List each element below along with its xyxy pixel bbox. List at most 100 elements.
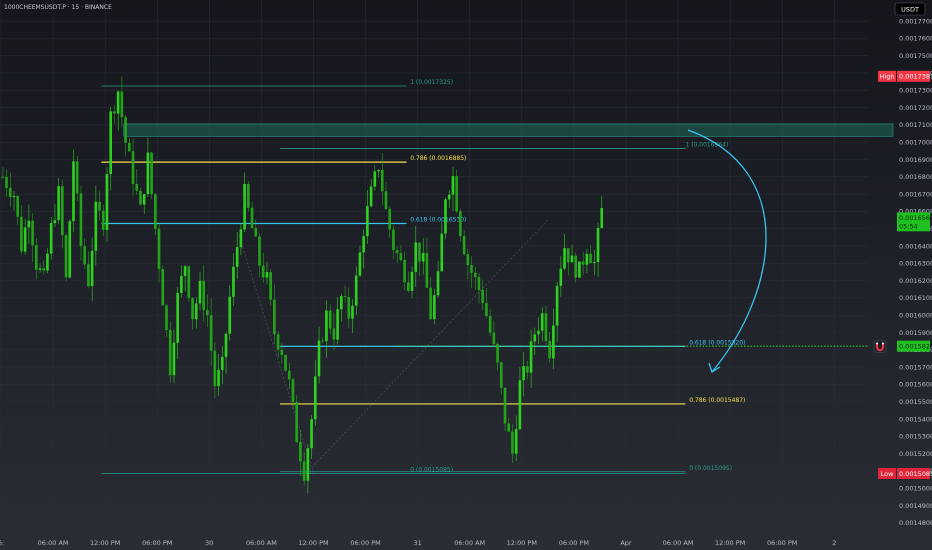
candle-body[interactable] bbox=[150, 152, 153, 195]
candle-body[interactable] bbox=[328, 310, 332, 329]
candle-body[interactable] bbox=[116, 91, 120, 114]
candle-body[interactable] bbox=[440, 233, 444, 272]
candle-body[interactable] bbox=[563, 248, 566, 269]
candle-body[interactable] bbox=[392, 229, 395, 250]
candle-body[interactable] bbox=[57, 186, 60, 221]
candle-body[interactable] bbox=[343, 296, 347, 297]
candle-body[interactable] bbox=[589, 253, 592, 264]
candle-body[interactable] bbox=[592, 261, 596, 264]
candle-body[interactable] bbox=[496, 343, 499, 363]
candle-body[interactable] bbox=[600, 207, 604, 229]
candle-body[interactable] bbox=[533, 334, 537, 342]
candle-body[interactable] bbox=[64, 235, 68, 278]
candle-body[interactable] bbox=[276, 334, 280, 350]
candle-body[interactable] bbox=[31, 220, 34, 246]
candle-body[interactable] bbox=[247, 183, 250, 208]
candle-body[interactable] bbox=[187, 266, 191, 298]
candle-body[interactable] bbox=[559, 268, 563, 286]
candle-body[interactable] bbox=[511, 431, 514, 454]
candle-body[interactable] bbox=[87, 264, 90, 287]
candle-body[interactable] bbox=[38, 268, 42, 270]
candle-body[interactable] bbox=[485, 302, 488, 317]
candle-body[interactable] bbox=[12, 195, 16, 198]
candle-body[interactable] bbox=[380, 170, 384, 192]
candle-body[interactable] bbox=[1, 176, 5, 178]
candle-body[interactable] bbox=[481, 289, 484, 303]
candle-body[interactable] bbox=[552, 325, 555, 359]
candle-body[interactable] bbox=[291, 379, 295, 403]
candle-body[interactable] bbox=[473, 272, 477, 278]
candle-body[interactable] bbox=[336, 309, 339, 340]
candle-body[interactable] bbox=[232, 266, 235, 297]
candle-body[interactable] bbox=[403, 259, 406, 283]
candle-body[interactable] bbox=[433, 295, 436, 320]
candle-body[interactable] bbox=[165, 305, 168, 330]
candle-body[interactable] bbox=[280, 349, 284, 355]
candle-body[interactable] bbox=[295, 402, 298, 443]
candle-body[interactable] bbox=[202, 280, 205, 311]
candle-body[interactable] bbox=[146, 152, 150, 195]
candle-body[interactable] bbox=[135, 183, 139, 191]
candle-body[interactable] bbox=[79, 193, 83, 247]
candle-body[interactable] bbox=[544, 313, 548, 341]
candle-body[interactable] bbox=[522, 366, 525, 381]
candle-body[interactable] bbox=[139, 190, 142, 205]
candle-body[interactable] bbox=[42, 268, 46, 271]
candle-body[interactable] bbox=[220, 356, 224, 370]
candle-body[interactable] bbox=[49, 223, 53, 254]
candle-body[interactable] bbox=[466, 254, 470, 266]
candle-body[interactable] bbox=[325, 310, 328, 342]
candle-body[interactable] bbox=[98, 201, 101, 211]
candle-body[interactable] bbox=[34, 245, 38, 270]
candle-body[interactable] bbox=[206, 310, 209, 316]
candle-body[interactable] bbox=[518, 380, 522, 430]
candle-body[interactable] bbox=[61, 186, 64, 236]
candle-body[interactable] bbox=[94, 201, 98, 251]
candle-body[interactable] bbox=[254, 228, 258, 237]
candle-body[interactable] bbox=[347, 296, 351, 319]
candle-body[interactable] bbox=[574, 255, 577, 278]
candle-body[interactable] bbox=[127, 142, 131, 152]
candle-body[interactable] bbox=[548, 340, 551, 359]
candle-body[interactable] bbox=[488, 316, 492, 333]
candle-body[interactable] bbox=[340, 296, 343, 310]
candle-body[interactable] bbox=[358, 252, 362, 276]
candle-body[interactable] bbox=[377, 170, 380, 172]
candle-body[interactable] bbox=[418, 242, 421, 262]
candle-body[interactable] bbox=[447, 194, 451, 200]
candle-body[interactable] bbox=[224, 333, 228, 357]
candle-body[interactable] bbox=[235, 247, 239, 267]
candle-body[interactable] bbox=[284, 354, 287, 371]
candle-body[interactable] bbox=[566, 248, 570, 263]
candle-body[interactable] bbox=[250, 207, 254, 229]
candle-body[interactable] bbox=[228, 296, 232, 334]
candle-body[interactable] bbox=[168, 329, 172, 376]
candle-body[interactable] bbox=[462, 236, 466, 255]
chart-root[interactable]: 1 (0.0017325) 0.786 (0.0016885) 0.618 (0.0… bbox=[0, 0, 932, 550]
candle-body[interactable] bbox=[75, 161, 79, 194]
candle-body[interactable] bbox=[451, 176, 455, 195]
candle-body[interactable] bbox=[299, 442, 302, 462]
candle-body[interactable] bbox=[406, 282, 410, 291]
candle-body[interactable] bbox=[384, 191, 388, 210]
candle-body[interactable] bbox=[109, 111, 112, 175]
candle-body[interactable] bbox=[578, 261, 581, 278]
candle-body[interactable] bbox=[503, 387, 507, 424]
candle-body[interactable] bbox=[302, 461, 306, 481]
candle-body[interactable] bbox=[172, 342, 176, 376]
candle-body[interactable] bbox=[507, 423, 511, 432]
candle-body[interactable] bbox=[429, 287, 432, 320]
candle-body[interactable] bbox=[369, 186, 373, 207]
candle-body[interactable] bbox=[526, 366, 529, 373]
candle-body[interactable] bbox=[217, 369, 220, 387]
candle-body[interactable] bbox=[154, 194, 157, 229]
candle-body[interactable] bbox=[455, 176, 458, 212]
candle-body[interactable] bbox=[191, 297, 194, 320]
candle-body[interactable] bbox=[395, 249, 399, 254]
candle-body[interactable] bbox=[537, 330, 540, 335]
candle-body[interactable] bbox=[410, 271, 414, 291]
candle-body[interactable] bbox=[68, 221, 72, 278]
price-chart[interactable]: 1 (0.0017325) 0.786 (0.0016885) 0.618 (0.0… bbox=[0, 0, 932, 550]
candle-body[interactable] bbox=[105, 174, 109, 230]
candle-body[interactable] bbox=[72, 161, 75, 222]
